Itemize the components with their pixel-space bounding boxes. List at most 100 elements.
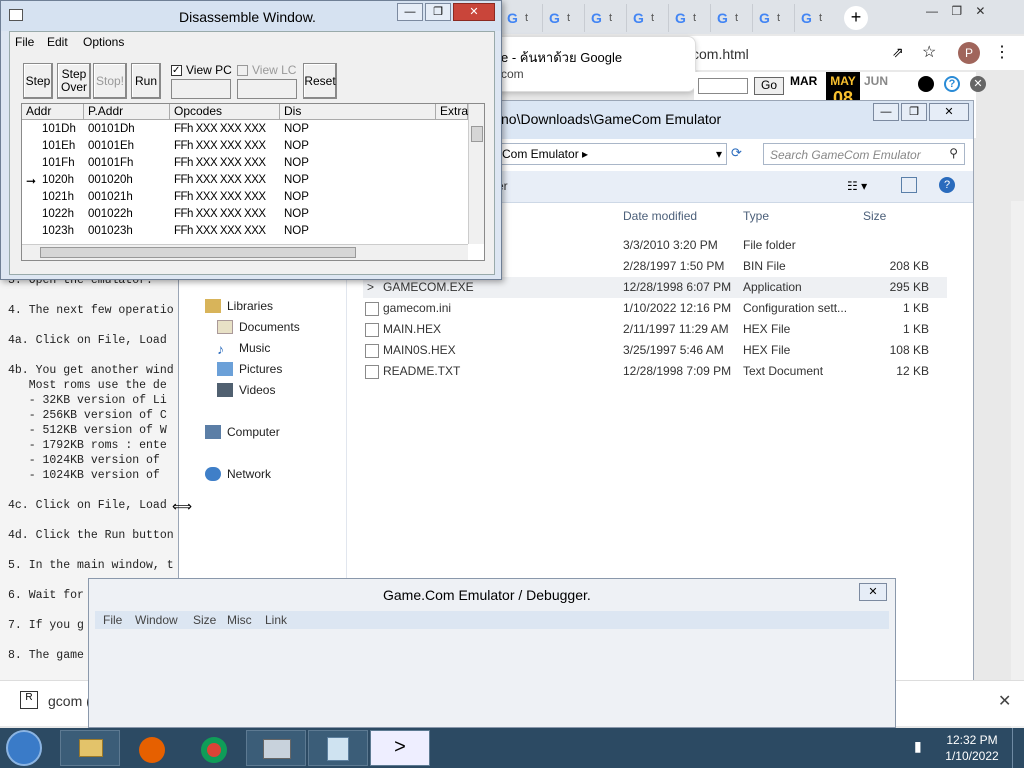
file-row[interactable]: README.TXT 12/28/1998 7:09 PM Text Docum… bbox=[363, 361, 947, 382]
scroll-thumb[interactable] bbox=[40, 247, 356, 258]
close-button[interactable]: ✕ bbox=[929, 103, 969, 121]
new-tab-button[interactable]: + bbox=[844, 6, 868, 30]
file-row[interactable]: MAIN0S.HEX 3/25/1997 5:46 AM HEX File 10… bbox=[363, 340, 947, 361]
nav-libraries[interactable]: Libraries bbox=[205, 299, 273, 313]
column-size[interactable]: Size bbox=[863, 209, 886, 223]
file-row[interactable]: MAIN.HEX 2/11/1997 11:29 AM HEX File 1 K… bbox=[363, 319, 947, 340]
close-button[interactable]: ✕ bbox=[859, 583, 887, 601]
reset-button[interactable]: Reset bbox=[303, 63, 337, 99]
menu-file[interactable]: File bbox=[103, 613, 122, 627]
disasm-row[interactable]: 101Dh 00101Dh FFh XXX XXX XXX NOP bbox=[22, 121, 468, 138]
account-icon[interactable] bbox=[918, 76, 934, 92]
view-lc-checkbox[interactable]: View LC bbox=[237, 63, 299, 77]
column-type[interactable]: Type bbox=[743, 209, 769, 223]
view-pc-field[interactable] bbox=[171, 79, 231, 99]
view-options-icon[interactable]: ☷ ▾ bbox=[847, 179, 867, 193]
browser-tab[interactable]: Gt bbox=[500, 4, 542, 32]
maximize-button[interactable]: ❐ bbox=[425, 3, 451, 21]
nav-videos[interactable]: Videos bbox=[217, 383, 275, 397]
nav-network[interactable]: Network bbox=[205, 467, 271, 481]
menu-size[interactable]: Size bbox=[193, 613, 216, 627]
search-input[interactable]: Search GameCom Emulator ⚲ bbox=[763, 143, 965, 165]
vertical-scrollbar[interactable] bbox=[468, 104, 484, 244]
browser-tab[interactable]: Gt bbox=[542, 4, 584, 32]
disasm-row[interactable]: 1021h 001021h FFh XXX XXX XXX NOP bbox=[22, 189, 468, 206]
firefox-icon[interactable] bbox=[122, 730, 182, 766]
horizontal-scrollbar[interactable] bbox=[22, 244, 468, 260]
disasm-titlebar[interactable]: Disassemble Window. — ❐ ✕ bbox=[1, 1, 501, 31]
disassembly-list[interactable]: Addr P.Addr Opcodes Dis Extra 101Dh 00101… bbox=[21, 103, 485, 261]
disasm-row[interactable]: 101Fh 00101Fh FFh XXX XXX XXX NOP bbox=[22, 155, 468, 172]
col-dis[interactable]: Dis bbox=[280, 104, 436, 120]
doc-line: 5. In the main window, t bbox=[8, 559, 174, 572]
go-button[interactable]: Go bbox=[754, 77, 784, 95]
nav-documents[interactable]: Documents bbox=[217, 320, 300, 334]
browser-tab[interactable]: Gt bbox=[710, 4, 752, 32]
menu-edit[interactable]: Edit bbox=[47, 35, 68, 49]
step-over-button[interactable]: Step Over bbox=[57, 63, 91, 99]
disasm-row[interactable]: 101Eh 00101Eh FFh XXX XXX XXX NOP bbox=[22, 138, 468, 155]
terminal-taskbar-icon[interactable]: > bbox=[370, 730, 430, 766]
menu-file[interactable]: File bbox=[15, 35, 34, 49]
disasm-row[interactable]: 1022h 001022h FFh XXX XXX XXX NOP bbox=[22, 206, 468, 223]
maximize-button[interactable]: ❐ bbox=[901, 103, 927, 121]
col-opcodes[interactable]: Opcodes bbox=[170, 104, 280, 120]
explorer-taskbar-icon[interactable] bbox=[60, 730, 120, 766]
wayback-url-input[interactable] bbox=[698, 78, 748, 94]
notepad-taskbar-icon[interactable] bbox=[308, 730, 368, 766]
menu-options[interactable]: Options bbox=[83, 35, 124, 49]
profile-avatar[interactable]: P bbox=[958, 42, 980, 64]
menu-window[interactable]: Window bbox=[135, 613, 178, 627]
browser-tab[interactable]: Gt bbox=[752, 4, 794, 32]
refresh-icon[interactable]: ⟳ bbox=[731, 145, 751, 163]
address-breadcrumb[interactable]: Com Emulator ▸ ▾ bbox=[499, 143, 727, 165]
file-row[interactable]: > GAMECOM.EXE 12/28/1998 6:07 PM Applica… bbox=[363, 277, 947, 298]
window-controls[interactable]: — ❐ ✕ bbox=[926, 4, 1024, 20]
col-paddr[interactable]: P.Addr bbox=[84, 104, 170, 120]
month-next[interactable]: JUN bbox=[864, 74, 888, 88]
browser-tab[interactable]: Gt bbox=[626, 4, 668, 32]
minimize-button[interactable]: — bbox=[873, 103, 899, 121]
show-desktop-button[interactable] bbox=[1012, 728, 1024, 768]
browser-tab[interactable]: Gt bbox=[668, 4, 710, 32]
browser-tab[interactable]: Gt bbox=[584, 4, 626, 32]
run-button[interactable]: Run bbox=[131, 63, 161, 99]
search-suggestion-popup[interactable]: e - ค้นหาด้วย Google com bbox=[494, 36, 696, 92]
step-button[interactable]: Step bbox=[23, 63, 53, 99]
close-icon[interactable]: ✕ bbox=[998, 691, 1011, 711]
col-extra[interactable]: Extra bbox=[436, 104, 468, 120]
file-row[interactable]: gamecom.ini 1/10/2022 12:16 PM Configura… bbox=[363, 298, 947, 319]
bookmark-star-icon[interactable]: ☆ bbox=[922, 42, 936, 62]
month-prev[interactable]: MAR bbox=[790, 74, 817, 88]
nav-computer[interactable]: Computer bbox=[205, 425, 280, 439]
start-button[interactable] bbox=[6, 730, 42, 766]
minimize-button[interactable]: — bbox=[397, 3, 423, 21]
view-lc-field[interactable] bbox=[237, 79, 297, 99]
view-pc-checkbox[interactable]: ✓ View PC bbox=[171, 63, 233, 77]
col-addr[interactable]: Addr bbox=[22, 104, 84, 120]
clock[interactable]: 12:32 PM 1/10/2022 bbox=[940, 732, 1004, 764]
help-icon[interactable]: ? bbox=[944, 76, 960, 92]
column-date-modified[interactable]: Date modified bbox=[623, 209, 697, 223]
menu-icon[interactable]: ⋮ bbox=[994, 42, 1010, 62]
network-tray-icon[interactable]: ▮ bbox=[914, 738, 932, 756]
nav-pictures[interactable]: Pictures bbox=[217, 362, 282, 376]
close-icon[interactable]: ✕ bbox=[970, 76, 986, 92]
scroll-thumb[interactable] bbox=[471, 126, 483, 142]
browser-tab[interactable]: Gt bbox=[794, 4, 836, 32]
stop-button[interactable]: Stop! bbox=[93, 63, 127, 99]
preview-pane-icon[interactable] bbox=[901, 177, 917, 193]
menu-misc[interactable]: Misc bbox=[227, 613, 252, 627]
scrollbar[interactable] bbox=[1011, 201, 1024, 761]
disasm-row-current[interactable]: ➞ 1020h 001020h FFh XXX XXX XXX NOP bbox=[22, 172, 468, 189]
menu-link[interactable]: Link bbox=[265, 613, 287, 627]
chevron-down-icon[interactable]: ▾ bbox=[716, 147, 722, 161]
help-icon[interactable]: ? bbox=[939, 177, 955, 193]
nav-music[interactable]: ♪ Music bbox=[217, 341, 270, 357]
disasm-row[interactable]: 1023h 001023h FFh XXX XXX XXX NOP bbox=[22, 223, 468, 240]
chrome-icon[interactable] bbox=[184, 730, 244, 766]
download-filename[interactable]: gcom ( bbox=[48, 693, 91, 709]
close-button[interactable]: ✕ bbox=[453, 3, 495, 21]
share-icon[interactable]: ⇗ bbox=[892, 44, 904, 61]
emulator-taskbar-icon[interactable] bbox=[246, 730, 306, 766]
